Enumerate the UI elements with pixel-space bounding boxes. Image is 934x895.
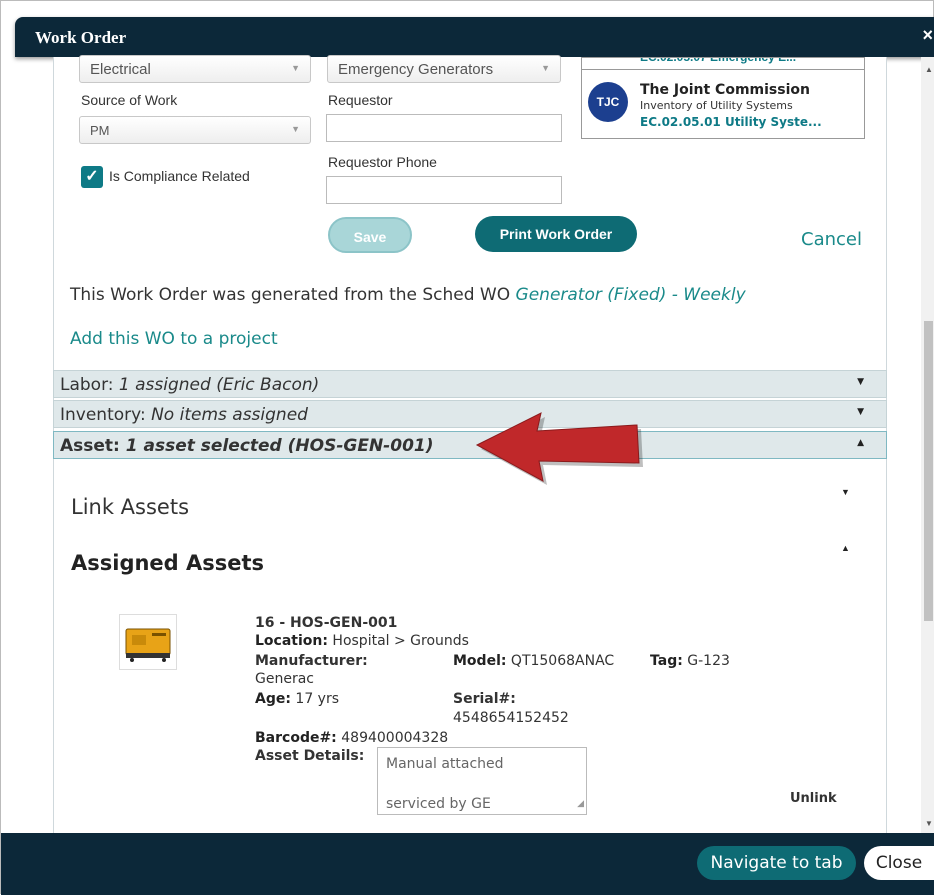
chevron-up-icon: ▲ — [857, 438, 864, 448]
asset-section-header[interactable]: Asset: 1 asset selected (HOS-GEN-001) ▲ — [53, 431, 887, 459]
model-label: Model: — [453, 653, 507, 669]
chevron-down-icon: ▼ — [291, 63, 300, 73]
chevron-down-icon: ▼ — [541, 63, 550, 73]
compliance-standard-card[interactable]: EC.02.05.07 Emergency E... TJC The Joint… — [581, 57, 865, 139]
asset-age: Age: 17 yrs — [255, 691, 339, 707]
asset-label: Asset: — [60, 436, 126, 456]
generator-icon — [125, 628, 171, 662]
source-of-work-select[interactable]: PM ▼ — [79, 116, 311, 144]
labor-label: Labor: — [60, 375, 119, 395]
chevron-down-icon: ▼ — [857, 377, 864, 387]
link-assets-heading[interactable]: Link Assets — [71, 495, 189, 519]
asset-location: Location: Hospital > Grounds — [255, 633, 469, 649]
asset-thumbnail — [119, 614, 177, 670]
navigate-to-tab-button[interactable]: Navigate to tab — [697, 846, 856, 880]
work-order-dialog: Work Order × Electrical ▼ Emergency Gene… — [0, 0, 934, 895]
compliance-checkbox[interactable]: ✓ — [81, 166, 103, 188]
labor-section-header[interactable]: Labor: 1 assigned (Eric Bacon) ▼ — [53, 370, 887, 398]
age-value: 17 yrs — [295, 691, 340, 707]
resize-handle-icon[interactable]: ◢ — [577, 794, 584, 814]
inventory-section-header[interactable]: Inventory: No items assigned ▼ — [53, 400, 887, 428]
category-select[interactable]: Electrical ▼ — [79, 55, 311, 83]
scroll-down-icon[interactable]: ▼ — [925, 819, 933, 828]
print-work-order-button[interactable]: Print Work Order — [475, 216, 637, 252]
requestor-label: Requestor — [328, 92, 393, 108]
checkmark-icon: ✓ — [85, 168, 99, 185]
asset-details-textarea[interactable]: Manual attached serviced by GE ◢ — [377, 747, 587, 815]
dialog-title: Work Order — [35, 28, 127, 47]
labor-value: 1 assigned (Eric Bacon) — [118, 375, 320, 395]
model-value: QT15068ANAC — [510, 653, 615, 669]
requestor-phone-label: Requestor Phone — [328, 154, 437, 170]
title-bar: Work Order × — [15, 17, 934, 57]
requestor-input[interactable] — [326, 114, 562, 142]
generated-prefix: This Work Order was generated from the S… — [70, 285, 516, 305]
unlink-link[interactable]: Unlink — [790, 791, 837, 806]
inventory-value: No items assigned — [151, 405, 308, 425]
tag-label: Tag: — [650, 653, 683, 669]
cancel-link[interactable]: Cancel — [801, 229, 862, 250]
generated-from-text: This Work Order was generated from the S… — [70, 285, 746, 305]
asset-value: 1 asset selected (HOS-GEN-001) — [125, 436, 434, 456]
asset-model: Model: QT15068ANAC — [453, 653, 614, 669]
chevron-down-icon[interactable]: ▼ — [841, 487, 850, 497]
location-value: Hospital > Grounds — [332, 633, 469, 649]
save-button[interactable]: Save — [328, 217, 412, 253]
close-button[interactable]: Close — [864, 846, 934, 880]
requestor-phone-input[interactable] — [326, 176, 562, 204]
subcategory-select[interactable]: Emergency Generators ▼ — [327, 55, 561, 83]
manufacturer-label: Manufacturer: — [255, 653, 368, 669]
compliance-label: Is Compliance Related — [109, 168, 250, 184]
close-icon[interactable]: × — [922, 25, 933, 46]
serial-label: Serial#: — [453, 691, 516, 707]
asset-id-link[interactable]: 16 - HOS-GEN-001 — [255, 615, 397, 631]
location-label: Location: — [255, 633, 328, 649]
add-to-project-link[interactable]: Add this WO to a project — [70, 329, 278, 349]
red-arrow-annotation — [475, 412, 643, 485]
barcode-label: Barcode#: — [255, 730, 337, 746]
previous-standard-code: EC.02.05.07 Emergency E... — [582, 58, 864, 70]
standard-org-name: The Joint Commission — [640, 82, 810, 98]
tjc-logo: TJC — [588, 82, 628, 122]
tag-value: G-123 — [687, 653, 730, 669]
barcode-value: 489400004328 — [341, 730, 449, 746]
asset-details-line-1: Manual attached — [386, 756, 504, 772]
manufacturer-value: Generac — [255, 671, 314, 687]
standard-subtitle: Inventory of Utility Systems — [640, 99, 793, 112]
source-of-work-label: Source of Work — [81, 92, 178, 108]
asset-details-line-2: serviced by GE — [386, 796, 491, 812]
assigned-assets-heading: Assigned Assets — [71, 551, 265, 575]
subcategory-value: Emergency Generators — [338, 61, 494, 78]
source-of-work-value: PM — [90, 123, 110, 138]
chevron-down-icon: ▼ — [857, 407, 864, 417]
standard-code-link[interactable]: EC.02.05.01 Utility Syste... — [640, 115, 822, 129]
chevron-down-icon: ▼ — [291, 124, 300, 134]
serial-value: 4548654152452 — [453, 710, 569, 726]
scrollbar-thumb[interactable] — [924, 321, 933, 621]
age-label: Age: — [255, 691, 291, 707]
inventory-label: Inventory: — [60, 405, 152, 425]
asset-details-label: Asset Details: — [255, 748, 365, 764]
chevron-up-icon[interactable]: ▲ — [841, 543, 850, 553]
asset-tag: Tag: G-123 — [650, 653, 730, 669]
sched-wo-link[interactable]: Generator (Fixed) - Weekly — [516, 285, 746, 305]
scroll-up-icon[interactable]: ▲ — [925, 65, 933, 74]
asset-barcode: Barcode#: 489400004328 — [255, 730, 448, 746]
category-value: Electrical — [90, 61, 151, 78]
